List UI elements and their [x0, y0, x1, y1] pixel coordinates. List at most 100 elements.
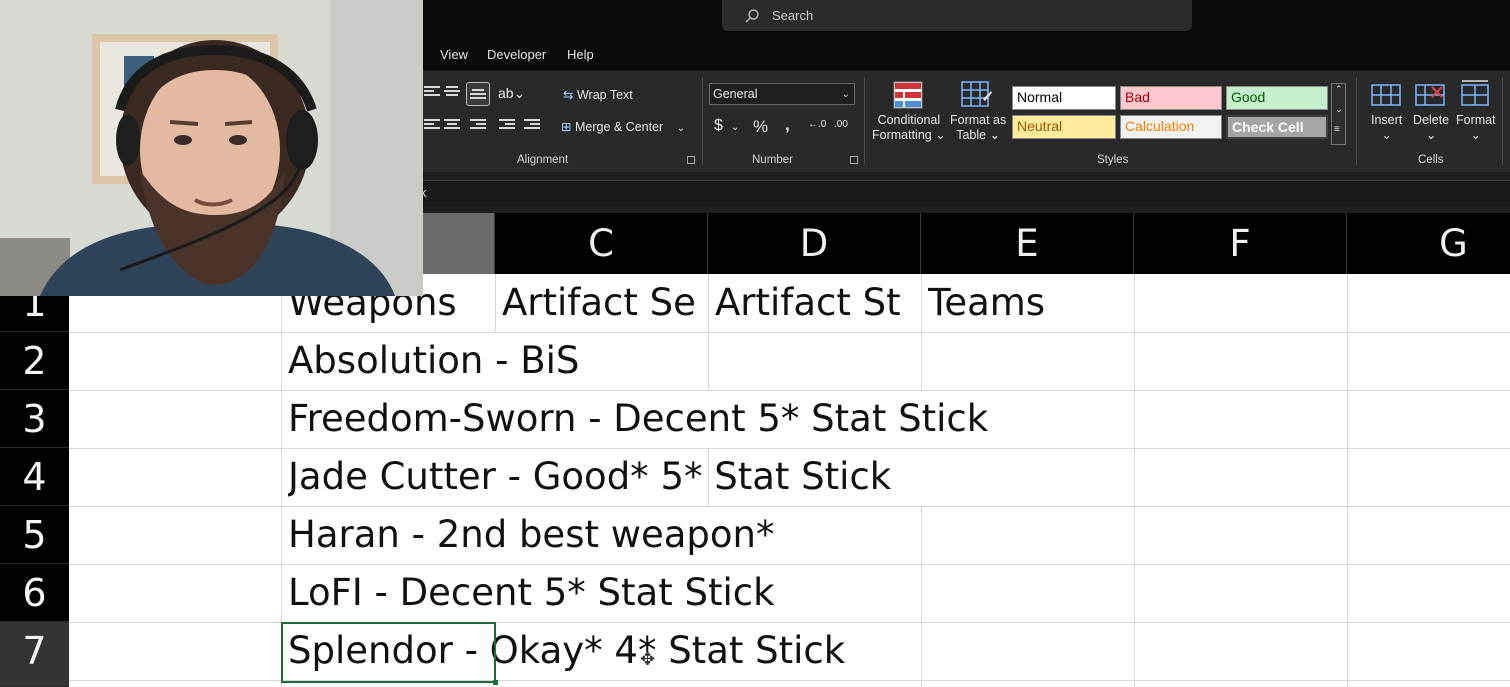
- row-header-7[interactable]: 7: [0, 622, 69, 687]
- currency-button[interactable]: $ ⌄: [714, 117, 739, 135]
- fill-handle[interactable]: [493, 680, 498, 685]
- merge-center-icon: ⊞: [561, 120, 572, 134]
- webcam-overlay: [0, 0, 423, 296]
- style-normal-label: Normal: [1017, 89, 1063, 105]
- alignment-launcher-icon[interactable]: [687, 156, 695, 164]
- conditional-formatting-icon: [893, 81, 923, 109]
- chevron-up-icon[interactable]: ⌃: [1335, 84, 1343, 95]
- chevron-down-icon: ⌄: [841, 89, 850, 100]
- cell-b2[interactable]: Absolution - BiS: [288, 332, 579, 390]
- increase-decimal-icon[interactable]: ←.0: [808, 119, 826, 130]
- insert-cells-icon: [1371, 84, 1401, 106]
- delete-cells-icon: [1415, 84, 1445, 106]
- format-as-table-label-1: Format as: [950, 113, 1007, 127]
- separator: [1502, 77, 1503, 165]
- row-header-6[interactable]: 6: [0, 564, 69, 622]
- number-format-value: General: [713, 87, 758, 101]
- gridline: [1134, 274, 1135, 687]
- align-top-icon[interactable]: [424, 86, 440, 100]
- menu-developer[interactable]: Developer: [487, 47, 546, 62]
- align-bottom-icon: [470, 89, 486, 103]
- row-header-3[interactable]: 3: [0, 390, 69, 448]
- chevron-down-icon[interactable]: ⌄: [677, 123, 685, 134]
- column-header-g[interactable]: G: [1347, 213, 1510, 274]
- style-bad-label: Bad: [1125, 89, 1150, 105]
- wrap-text-label: Wrap Text: [576, 88, 633, 102]
- number-group-label: Number: [752, 154, 793, 166]
- gridline: [69, 506, 1510, 507]
- separator: [864, 77, 865, 165]
- webcam-image: [0, 0, 423, 296]
- number-format-select[interactable]: General ⌄: [709, 83, 855, 105]
- column-header-c[interactable]: C: [495, 213, 708, 274]
- menu-help[interactable]: Help: [567, 47, 594, 62]
- align-center-icon[interactable]: [444, 119, 460, 133]
- insert-label: Insert ⌄: [1371, 113, 1403, 142]
- style-calculation-label: Calculation: [1125, 118, 1195, 134]
- gridline: [495, 274, 496, 332]
- gridline: [69, 332, 1510, 333]
- merge-center-label: Merge & Center: [574, 120, 664, 134]
- cell-e1[interactable]: Teams: [928, 274, 1133, 332]
- cell-b5[interactable]: Haran - 2nd best weapon*: [288, 506, 775, 564]
- menu-view[interactable]: View: [440, 47, 468, 62]
- styles-group-label: Styles: [1097, 154, 1129, 166]
- row-header-2[interactable]: 2: [0, 332, 69, 390]
- cell-c1[interactable]: Artifact Se: [502, 274, 707, 332]
- comma-icon: ,: [785, 115, 790, 134]
- percent-icon: %: [753, 117, 769, 136]
- format-cells-icon: [1461, 80, 1489, 106]
- conditional-formatting-label-2: Formatting: [872, 128, 932, 142]
- more-icon[interactable]: ≡: [1334, 124, 1340, 135]
- decrease-indent-icon[interactable]: [499, 119, 515, 133]
- align-bottom-button[interactable]: [466, 82, 490, 106]
- column-header-e[interactable]: E: [921, 213, 1134, 274]
- comma-button[interactable]: ,: [785, 115, 790, 135]
- format-as-table-label-2: Table: [956, 128, 987, 142]
- worksheet-grid[interactable]: Weapons Artifact Se Artifact St Teams Ab…: [69, 274, 1510, 687]
- format-as-table-icon: [961, 81, 992, 107]
- style-bad[interactable]: Bad: [1120, 86, 1222, 110]
- search-placeholder: Search: [772, 8, 814, 23]
- alignment-group-label: Alignment: [517, 154, 569, 166]
- search-icon: [745, 8, 759, 22]
- percent-button[interactable]: %: [753, 117, 768, 137]
- orientation-icon[interactable]: ab⌄: [498, 85, 525, 102]
- styles-gallery-scroll[interactable]: ⌃ ⌄ ≡: [1331, 83, 1346, 145]
- style-good[interactable]: Good: [1226, 86, 1328, 110]
- cell-b4[interactable]: Jade Cutter - Good* 5* Stat Stick: [288, 448, 891, 506]
- search-box[interactable]: Search: [722, 0, 1192, 31]
- merge-center-button[interactable]: ⊞ Merge & Center ⌄: [561, 119, 685, 134]
- align-right-icon[interactable]: [470, 119, 486, 133]
- formula-input[interactable]: k: [418, 180, 1510, 206]
- gridline: [921, 506, 922, 687]
- number-launcher-icon[interactable]: [850, 156, 858, 164]
- align-left-icon[interactable]: [424, 119, 440, 133]
- wrap-text-button[interactable]: ⇆ Wrap Text: [563, 87, 633, 102]
- separator: [702, 77, 703, 165]
- cells-group-label: Cells: [1418, 154, 1444, 166]
- active-cell-selection[interactable]: [281, 622, 496, 683]
- cell-b6[interactable]: LoFI - Decent 5* Stat Stick: [288, 564, 775, 622]
- align-middle-icon[interactable]: [444, 86, 460, 100]
- style-check-cell[interactable]: Check Cell: [1226, 115, 1328, 139]
- style-calculation[interactable]: Calculation: [1120, 115, 1222, 139]
- chevron-down-icon[interactable]: ⌄: [1335, 104, 1343, 115]
- column-header-d[interactable]: D: [708, 213, 921, 274]
- column-header-f[interactable]: F: [1134, 213, 1347, 274]
- cursor-move-icon: ✥: [640, 649, 656, 669]
- style-neutral[interactable]: Neutral: [1012, 115, 1116, 139]
- increase-indent-icon[interactable]: [524, 119, 540, 133]
- currency-icon: $: [714, 117, 723, 134]
- row-header-4[interactable]: 4: [0, 448, 69, 506]
- cell-b3[interactable]: Freedom-Sworn - Decent 5* Stat Stick: [288, 390, 988, 448]
- format-label: Format ⌄: [1456, 113, 1496, 142]
- row-header-5[interactable]: 5: [0, 506, 69, 564]
- cell-d1[interactable]: Artifact St: [715, 274, 920, 332]
- decrease-decimal-icon[interactable]: .00: [834, 119, 848, 130]
- delete-label: Delete ⌄: [1413, 113, 1450, 142]
- separator: [1356, 77, 1357, 165]
- style-good-label: Good: [1231, 89, 1266, 105]
- style-normal[interactable]: Normal: [1012, 86, 1116, 110]
- conditional-formatting-label-1: Conditional: [877, 113, 941, 127]
